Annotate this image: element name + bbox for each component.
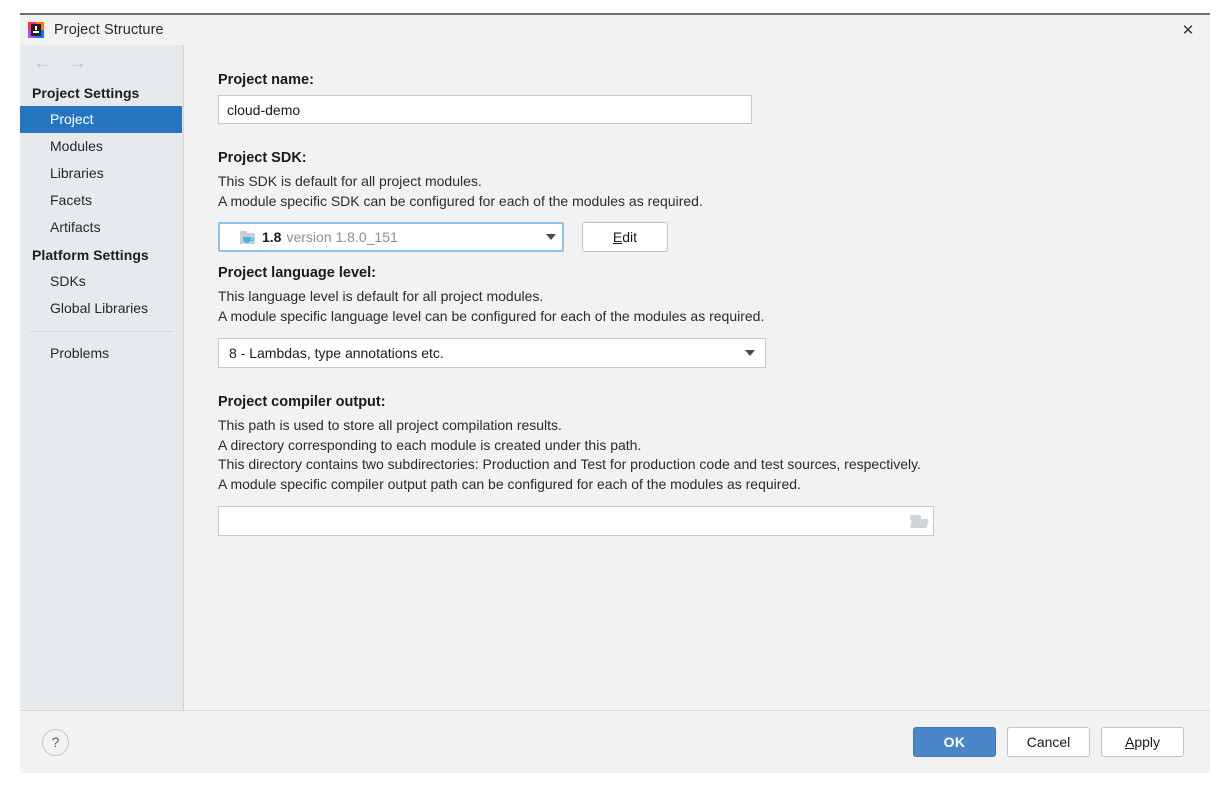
- sidebar-divider: [30, 331, 173, 332]
- project-sdk-label: Project SDK:: [218, 150, 307, 166]
- project-sdk-dropdown[interactable]: 1.8 version 1.8.0_151: [218, 222, 564, 252]
- compiler-output-desc-2: A directory corresponding to each module…: [218, 436, 642, 453]
- compiler-output-desc-4: A module specific compiler output path c…: [218, 475, 801, 492]
- project-sdk-row: 1.8 version 1.8.0_151 Edit: [218, 222, 1210, 252]
- project-name-label: Project name:: [218, 72, 314, 88]
- close-icon[interactable]: ✕: [1166, 15, 1210, 45]
- dialog-title-bar: Project Structure ✕: [20, 15, 1210, 45]
- project-structure-dialog: Project Structure ✕ ← → Project Settings…: [20, 13, 1210, 773]
- compiler-output-input[interactable]: [218, 506, 934, 536]
- compiler-output-label: Project compiler output:: [218, 394, 386, 410]
- language-level-desc-1: This language level is default for all p…: [218, 288, 544, 304]
- sdk-edit-button[interactable]: Edit: [582, 222, 668, 252]
- language-level-label: Project language level:: [218, 265, 376, 281]
- sidebar-item-project[interactable]: Project: [20, 106, 182, 133]
- project-name-input[interactable]: cloud-demo: [218, 95, 752, 124]
- sdk-edit-button-mnemonic: E: [612, 229, 623, 245]
- sidebar-group-project-settings: Project Settings: [32, 85, 140, 101]
- intellij-idea-logo-icon: [28, 22, 44, 38]
- apply-button[interactable]: Apply: [1101, 727, 1184, 757]
- forward-arrow-icon[interactable]: →: [69, 54, 86, 71]
- sidebar-item-facets[interactable]: Facets: [20, 187, 183, 214]
- sdk-edit-button-rest: dit: [622, 229, 638, 245]
- sidebar-item-sdks[interactable]: SDKs: [20, 268, 183, 295]
- project-sdk-desc-2: A module specific SDK can be configured …: [218, 192, 703, 209]
- project-sdk-desc-1: This SDK is default for all project modu…: [218, 173, 482, 189]
- project-sdk-detail: version 1.8.0_151: [286, 229, 398, 245]
- language-level-value: 8 - Lambdas, type annotations etc.: [229, 345, 444, 361]
- project-sdk-name: 1.8: [262, 229, 282, 245]
- compiler-output-desc-3: This directory contains two subdirectori…: [218, 456, 921, 472]
- cancel-button[interactable]: Cancel: [1007, 727, 1090, 757]
- language-level-desc-2: A module specific language level can be …: [218, 307, 765, 324]
- java-sdk-folder-icon: [240, 230, 255, 244]
- footer-button-group: OK Cancel Apply: [913, 727, 1184, 757]
- help-button[interactable]: ?: [42, 728, 69, 756]
- ok-button[interactable]: OK: [913, 727, 996, 757]
- settings-content-panel: Project name: cloud-demo Project SDK: Th…: [184, 45, 1210, 710]
- settings-sidebar: ← → Project Settings Project Modules Lib…: [20, 45, 184, 710]
- language-level-dropdown[interactable]: 8 - Lambdas, type annotations etc.: [218, 338, 766, 368]
- window-title: Project Structure: [54, 22, 164, 38]
- navigation-arrows: ← →: [20, 45, 183, 79]
- back-arrow-icon[interactable]: ←: [34, 54, 51, 71]
- sidebar-item-global-libraries[interactable]: Global Libraries: [20, 295, 183, 322]
- sidebar-item-problems[interactable]: Problems: [20, 340, 183, 367]
- sidebar-item-modules[interactable]: Modules: [20, 133, 183, 160]
- sidebar-item-artifacts[interactable]: Artifacts: [20, 214, 183, 241]
- apply-button-mnemonic: A: [1124, 734, 1135, 750]
- compiler-output-desc-1: This path is used to store all project c…: [218, 417, 562, 433]
- sidebar-item-libraries[interactable]: Libraries: [20, 160, 183, 187]
- chevron-down-icon: [546, 234, 556, 240]
- chevron-down-icon: [745, 350, 755, 356]
- sidebar-group-platform-settings: Platform Settings: [32, 247, 149, 263]
- dialog-body: ← → Project Settings Project Modules Lib…: [20, 45, 1210, 711]
- dialog-footer: ? OK Cancel Apply: [20, 711, 1210, 773]
- apply-button-rest: pply: [1134, 734, 1161, 750]
- project-name-value: cloud-demo: [227, 101, 301, 118]
- folder-browse-icon[interactable]: [910, 514, 929, 528]
